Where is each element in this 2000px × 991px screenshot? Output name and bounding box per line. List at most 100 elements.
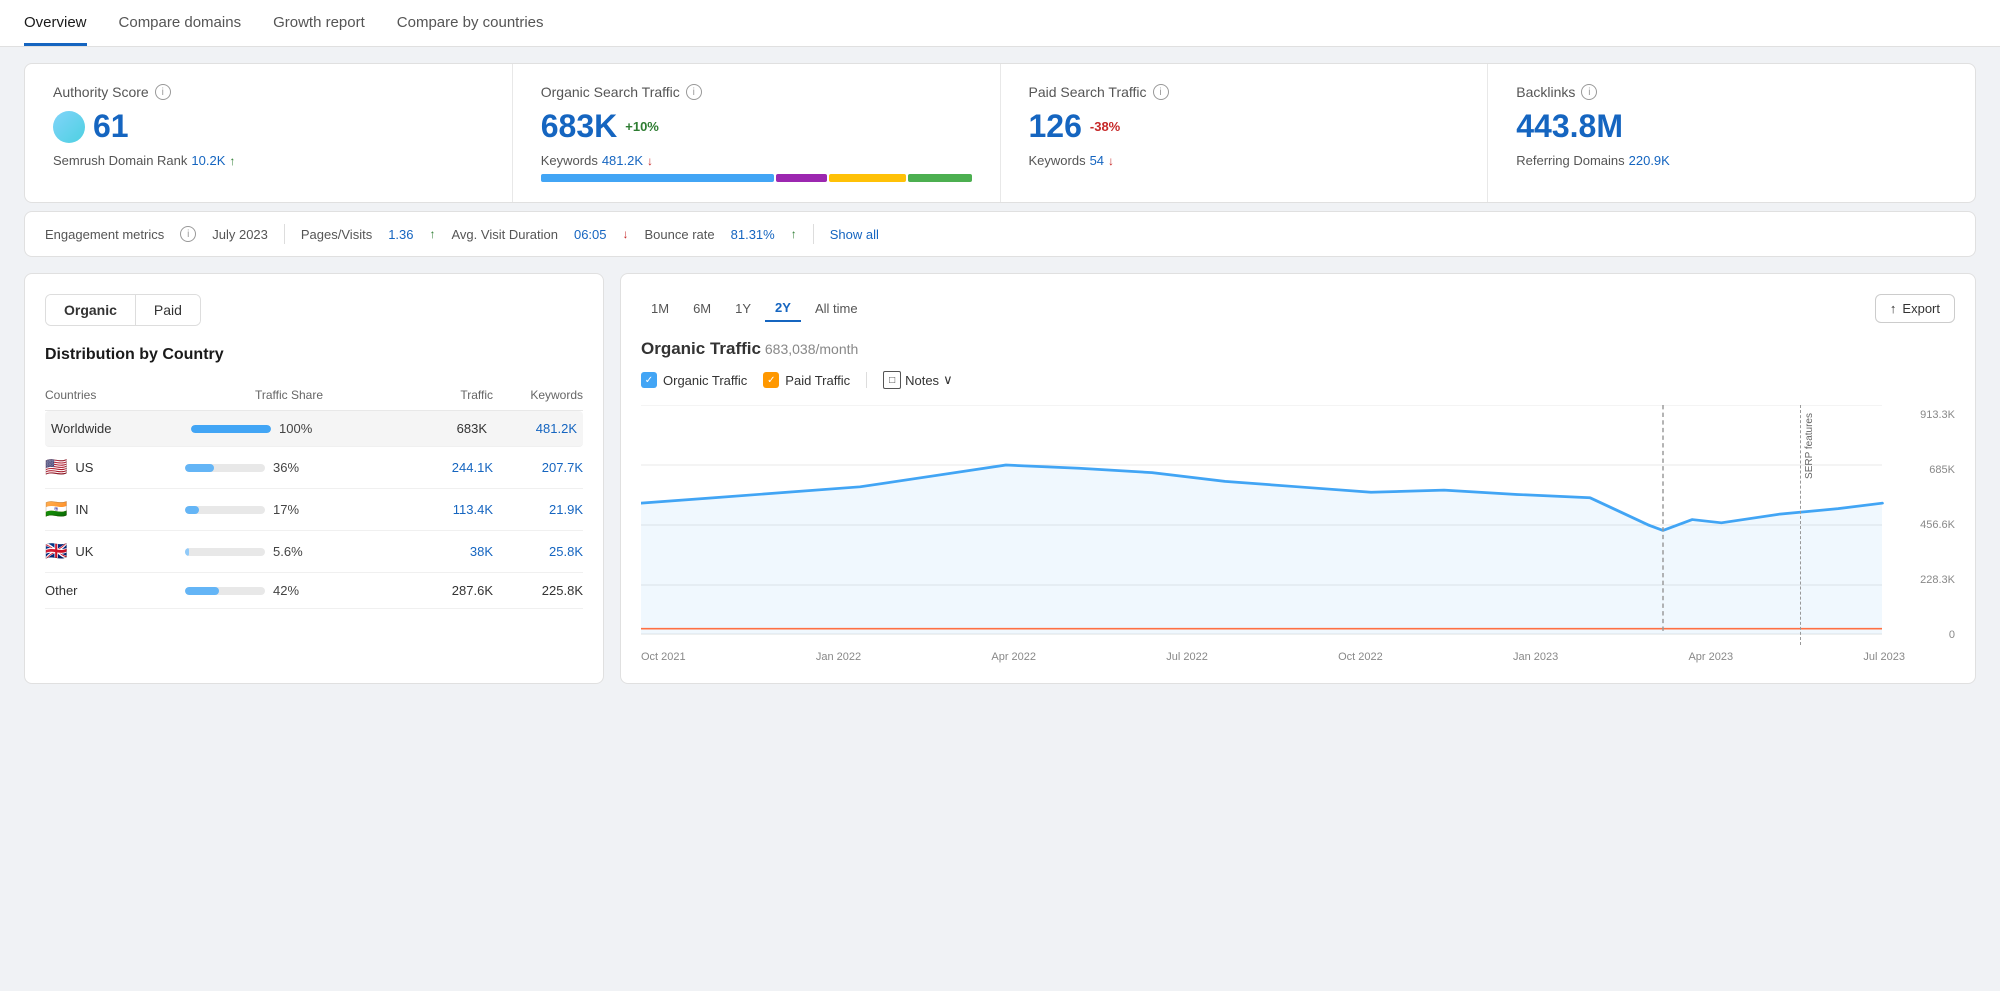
chart-title: Organic Traffic 683,038/month (641, 339, 1955, 359)
paid-search-info-icon[interactable]: i (1153, 84, 1169, 100)
tab-organic[interactable]: Organic (46, 295, 136, 325)
bar-india: 17% (185, 502, 393, 517)
authority-score-label: Authority Score i (53, 84, 484, 100)
authority-rank-arrow: ↑ (229, 154, 235, 168)
keywords-bar (541, 174, 972, 182)
paid-search-card: Paid Search Traffic i 126 -38% Keywords … (1001, 64, 1489, 202)
authority-score-card: Authority Score i 61 Semrush Domain Rank… (25, 64, 513, 202)
nav-compare-countries[interactable]: Compare by countries (397, 0, 544, 46)
table-row: 🇮🇳 IN 17% 113.4K 21.9K (45, 489, 583, 531)
authority-score-info-icon[interactable]: i (155, 84, 171, 100)
bottom-section: Organic Paid Distribution by Country Cou… (24, 273, 1976, 684)
legend-organic: ✓ Organic Traffic (641, 372, 747, 388)
country-uk: 🇬🇧 UK (45, 541, 185, 562)
notes-button[interactable]: □ Notes ∨ (883, 371, 952, 389)
col-traffic: Traffic (393, 388, 493, 402)
pages-visits-label: Pages/Visits (301, 227, 372, 242)
organic-search-info-icon[interactable]: i (686, 84, 702, 100)
time-btn-6m[interactable]: 6M (683, 296, 721, 321)
organic-search-keywords: Keywords 481.2K ↓ (541, 153, 972, 168)
distribution-panel: Organic Paid Distribution by Country Cou… (24, 273, 604, 684)
backlinks-value: 443.8M (1516, 108, 1947, 145)
bar-other: 42% (185, 583, 393, 598)
engagement-label: Engagement metrics (45, 227, 164, 242)
avg-duration-label: Avg. Visit Duration (452, 227, 558, 242)
bounce-rate-label: Bounce rate (645, 227, 715, 242)
kw-seg-yellow (829, 174, 905, 182)
y-axis-labels: 913.3K 685K 456.6K 228.3K 0 (1905, 405, 1955, 645)
organic-search-label: Organic Search Traffic i (541, 84, 972, 100)
country-us: 🇺🇸 US (45, 457, 185, 478)
engagement-divider2 (813, 224, 814, 244)
legend-divider (866, 372, 867, 388)
authority-score-icon (53, 111, 85, 143)
time-btn-alltime[interactable]: All time (805, 296, 868, 321)
table-row: Other 42% 287.6K 225.8K (45, 573, 583, 609)
time-btn-1m[interactable]: 1M (641, 296, 679, 321)
bounce-rate-value: 81.31% (731, 227, 775, 242)
serp-label: SERP features (1804, 413, 1815, 479)
organic-checkbox[interactable]: ✓ (641, 372, 657, 388)
nav-compare-domains[interactable]: Compare domains (119, 0, 242, 46)
backlinks-label: Backlinks i (1516, 84, 1947, 100)
x-axis-labels: Oct 2021 Jan 2022 Apr 2022 Jul 2022 Oct … (641, 651, 1955, 663)
main-content: Authority Score i 61 Semrush Domain Rank… (0, 47, 2000, 700)
col-keywords: Keywords (493, 388, 583, 402)
organic-search-value: 683K +10% (541, 108, 972, 145)
table-row: Worldwide 100% 683K 481.2K (45, 411, 583, 447)
referring-domains: Referring Domains 220.9K (1516, 153, 1947, 168)
avg-duration-value: 06:05 (574, 227, 607, 242)
table-row: 🇺🇸 US 36% 244.1K 207.7K (45, 447, 583, 489)
organic-paid-tabs: Organic Paid (45, 294, 201, 326)
export-button[interactable]: ↑ Export (1875, 294, 1955, 323)
bar-worldwide: 100% (191, 421, 387, 436)
export-icon: ↑ (1890, 301, 1897, 316)
chart-panel: 1M 6M 1Y 2Y All time ↑ Export Organic Tr… (620, 273, 1976, 684)
chart-legend: ✓ Organic Traffic ✓ Paid Traffic □ Notes… (641, 371, 1955, 389)
kw-seg-blue (541, 174, 775, 182)
bar-uk: 5.6% (185, 544, 393, 559)
country-worldwide: Worldwide (51, 421, 191, 436)
tab-paid[interactable]: Paid (136, 295, 200, 325)
paid-search-keywords: Keywords 54 ↓ (1029, 153, 1460, 168)
traffic-chart (641, 405, 1955, 645)
country-other: Other (45, 583, 185, 598)
time-btn-2y[interactable]: 2Y (765, 295, 801, 322)
top-navigation: Overview Compare domains Growth report C… (0, 0, 2000, 47)
col-countries: Countries (45, 388, 185, 402)
table-header: Countries Traffic Share Traffic Keywords (45, 380, 583, 411)
chart-area: 913.3K 685K 456.6K 228.3K 0 SERP feature… (641, 405, 1955, 645)
paid-checkbox[interactable]: ✓ (763, 372, 779, 388)
legend-paid: ✓ Paid Traffic (763, 372, 850, 388)
keywords-arrow: ↓ (647, 154, 653, 168)
paid-keywords-arrow: ↓ (1108, 154, 1114, 168)
nav-growth-report[interactable]: Growth report (273, 0, 365, 46)
show-all-link[interactable]: Show all (830, 227, 879, 242)
time-btn-1y[interactable]: 1Y (725, 296, 761, 321)
engagement-info-icon[interactable]: i (180, 226, 196, 242)
bar-us: 36% (185, 460, 393, 475)
notes-icon: □ (883, 371, 901, 389)
authority-score-value: 61 (53, 108, 484, 145)
distribution-title: Distribution by Country (45, 346, 583, 364)
nav-overview[interactable]: Overview (24, 0, 87, 46)
time-controls: 1M 6M 1Y 2Y All time ↑ Export (641, 294, 1955, 323)
organic-search-card: Organic Search Traffic i 683K +10% Keywo… (513, 64, 1001, 202)
table-row: 🇬🇧 UK 5.6% 38K 25.8K (45, 531, 583, 573)
pages-visits-value: 1.36 (388, 227, 413, 242)
serp-line: SERP features (1800, 405, 1815, 645)
engagement-row: Engagement metrics i July 2023 Pages/Vis… (24, 211, 1976, 257)
avg-duration-arrow: ↓ (623, 227, 629, 241)
country-india: 🇮🇳 IN (45, 499, 185, 520)
col-traffic-share: Traffic Share (185, 388, 393, 402)
metrics-row: Authority Score i 61 Semrush Domain Rank… (24, 63, 1976, 203)
engagement-divider (284, 224, 285, 244)
backlinks-info-icon[interactable]: i (1581, 84, 1597, 100)
kw-seg-purple (776, 174, 827, 182)
engagement-date: July 2023 (212, 227, 268, 242)
paid-search-value: 126 -38% (1029, 108, 1460, 145)
pages-visits-arrow: ↑ (430, 227, 436, 241)
kw-seg-green (908, 174, 972, 182)
authority-score-sub: Semrush Domain Rank 10.2K ↑ (53, 153, 484, 168)
paid-search-label: Paid Search Traffic i (1029, 84, 1460, 100)
